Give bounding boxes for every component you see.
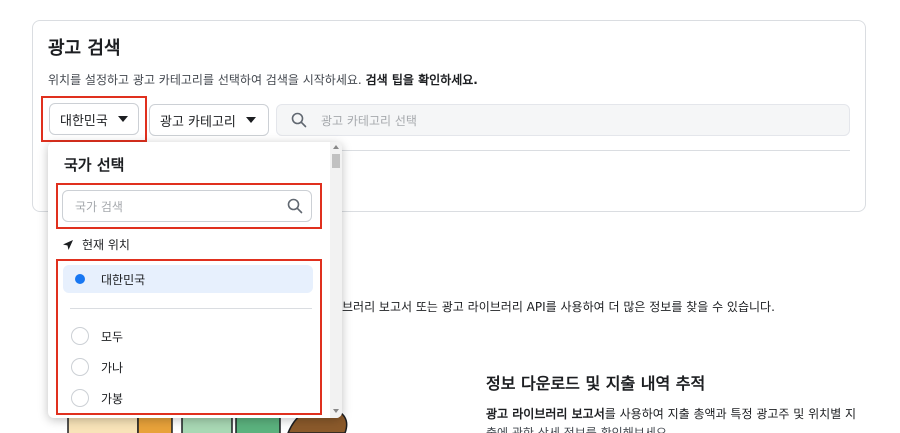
category-select-button[interactable]: 광고 카테고리 — [149, 104, 269, 136]
scroll-down-icon[interactable] — [333, 409, 339, 413]
current-location-label: 현재 위치 — [82, 238, 130, 252]
highlight-box-country-options — [56, 259, 322, 415]
category-search-placeholder: 광고 카테고리 선택 — [321, 113, 417, 128]
category-select-label: 광고 카테고리 — [160, 114, 236, 130]
highlight-box-country-search — [56, 183, 322, 229]
section-paragraph-line2: 출에 관한 상세 정보를 확인해보세요 — [486, 426, 667, 433]
highlight-box-country — [41, 96, 147, 142]
page-title: 광고 검색 — [48, 38, 121, 59]
dropdown-scrollbar[interactable] — [330, 142, 342, 418]
report-link[interactable]: 광고 라이브러리 보고서 — [486, 407, 605, 421]
section-paragraph: 광고 라이브러리 보고서를 사용하여 지출 총액과 특정 광고주 및 위치별 지 — [486, 407, 857, 421]
search-icon — [291, 112, 307, 128]
location-arrow-icon — [63, 239, 73, 250]
scroll-up-icon[interactable] — [333, 145, 339, 149]
category-search-input[interactable]: 광고 카테고리 선택 — [276, 104, 850, 136]
caret-down-icon — [245, 117, 256, 123]
dropdown-title: 국가 선택 — [64, 156, 125, 174]
library-info-text: 브러리 보고서 또는 광고 라이브러리 API를 사용하여 더 많은 정보를 찾… — [342, 300, 775, 314]
scrollbar-thumb[interactable] — [332, 154, 340, 168]
current-location-button[interactable]: 현재 위치 — [62, 236, 130, 253]
search-tips-link[interactable]: 검색 팁을 확인하세요. — [366, 73, 478, 87]
search-description: 위치를 설정하고 광고 카테고리를 선택하여 검색을 시작하세요. 검색 팁을 … — [48, 73, 478, 87]
section-heading: 정보 다운로드 및 지출 내역 추적 — [486, 374, 706, 393]
divider — [340, 150, 850, 151]
